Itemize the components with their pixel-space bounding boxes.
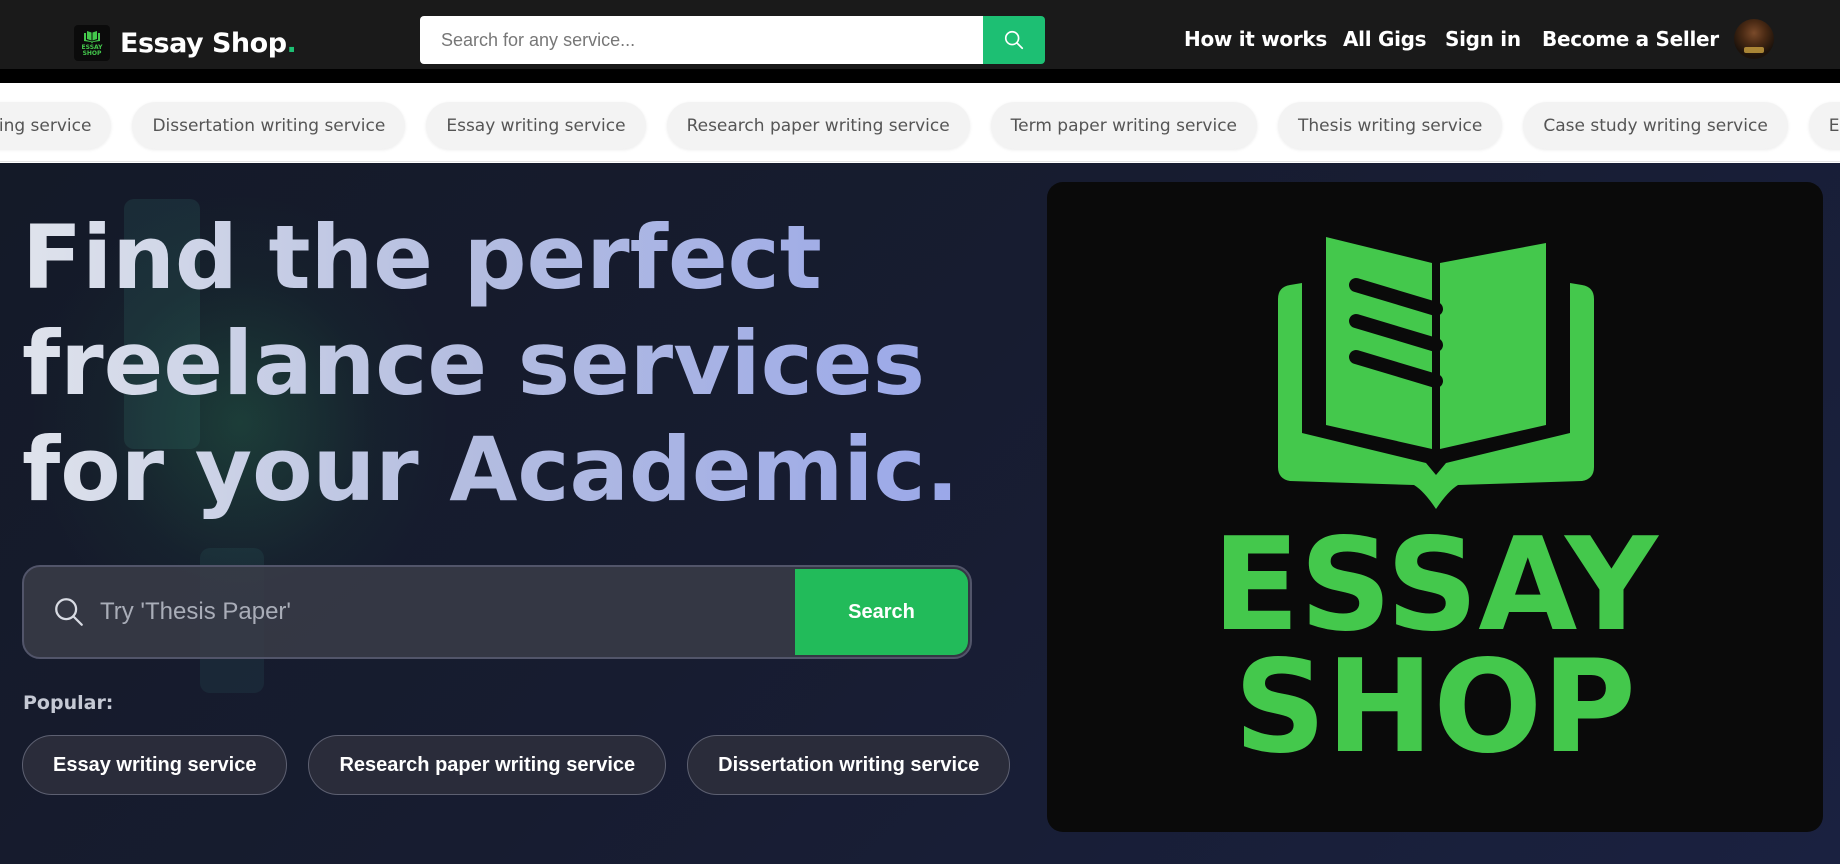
popular-tag[interactable]: Research paper writing service: [308, 735, 667, 795]
category-pill[interactable]: Essay writing service: [1808, 102, 1840, 149]
category-pill[interactable]: Case study writing service: [0, 102, 112, 149]
open-book-icon: [1278, 237, 1594, 509]
category-track: Case study writing service Dissertation …: [0, 102, 1840, 149]
category-pill[interactable]: Term paper writing service: [990, 102, 1258, 149]
category-pill[interactable]: Essay writing service: [426, 102, 646, 149]
nav-become-seller[interactable]: Become a Seller: [1542, 27, 1719, 51]
search-icon: [52, 595, 86, 629]
hero-headline-line: for your Academic.: [22, 418, 960, 521]
category-pill[interactable]: Dissertation writing service: [132, 102, 406, 149]
top-navbar: ESSAY SHOP Essay Shop. How it works All …: [0, 0, 1840, 69]
search-icon: [1004, 30, 1024, 50]
brand-logo-text: ESSAY SHOP: [81, 43, 103, 57]
category-pill[interactable]: Thesis writing service: [1278, 102, 1503, 149]
logo-text-shop: SHOP: [1234, 633, 1636, 782]
header-divider: [0, 69, 1840, 83]
brand-name: Essay Shop.: [120, 27, 297, 59]
nav-sign-in[interactable]: Sign in: [1445, 27, 1521, 51]
hero-search-bar: Search: [22, 565, 972, 659]
hero-section: Find the perfect freelance services for …: [0, 163, 1840, 864]
brand-logo-icon: ESSAY SHOP: [74, 25, 110, 61]
brand-dot: .: [286, 27, 297, 59]
hero-headline-line: Find the perfect: [22, 206, 822, 309]
top-search-button[interactable]: [983, 16, 1045, 64]
hero-search-button[interactable]: Search: [795, 569, 968, 655]
popular-tag[interactable]: Essay writing service: [22, 735, 288, 795]
popular-tags: Essay writing service Research paper wri…: [22, 735, 1011, 795]
user-avatar[interactable]: [1734, 19, 1774, 59]
nav-all-gigs[interactable]: All Gigs: [1343, 27, 1427, 51]
top-search-input[interactable]: [420, 16, 983, 64]
popular-label: Popular:: [23, 692, 114, 714]
hero-headline-line: freelance services: [22, 312, 925, 415]
logo-text-essay: ESSAY: [1212, 511, 1658, 660]
open-book-icon: [84, 30, 100, 43]
hero-search-input[interactable]: [100, 567, 795, 657]
brand-name-text: Essay Shop: [120, 27, 287, 59]
hero-logo-card: ESSAY SHOP: [1047, 182, 1823, 832]
brand-logo-link[interactable]: ESSAY SHOP Essay Shop.: [74, 24, 297, 62]
hero-headline: Find the perfect freelance services for …: [22, 205, 1002, 523]
category-strip: Case study writing service Dissertation …: [0, 83, 1840, 162]
top-search-bar: [420, 16, 1045, 64]
nav-how-it-works[interactable]: How it works: [1184, 27, 1327, 51]
category-pill[interactable]: Research paper writing service: [666, 102, 970, 149]
category-pill[interactable]: Case study writing service: [1523, 102, 1788, 149]
popular-tag[interactable]: Dissertation writing service: [687, 735, 1011, 795]
